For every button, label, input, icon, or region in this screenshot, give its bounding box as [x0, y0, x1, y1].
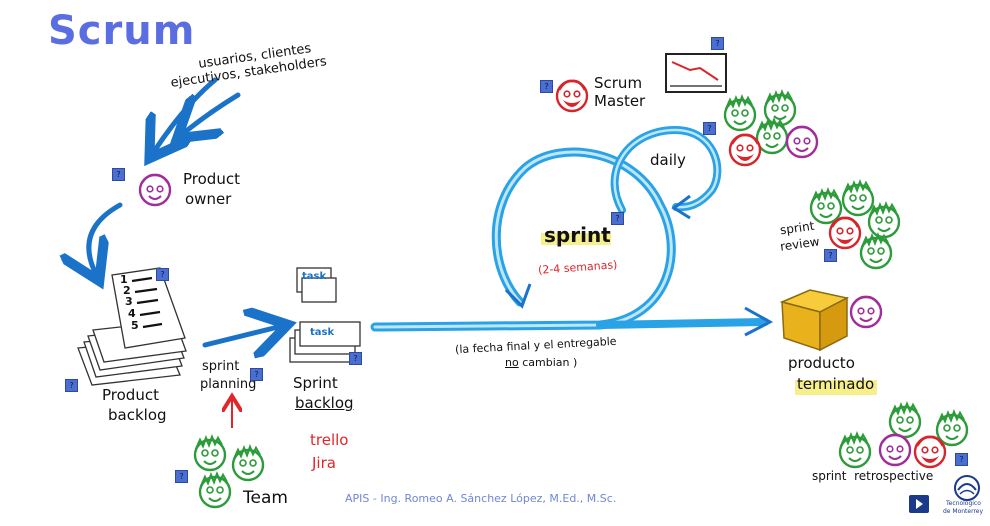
play-icon [916, 499, 923, 509]
backlog-number-4: 4 [128, 307, 136, 320]
retro-face-3 [838, 432, 872, 469]
dev-face-5 [785, 125, 819, 159]
help-button-product-owner[interactable]: ? [112, 168, 125, 181]
help-button-product-backlog[interactable]: ? [65, 379, 78, 392]
product-done-label-2: terminado [797, 375, 875, 393]
product-box-icon [779, 289, 850, 352]
review-face-3 [867, 202, 901, 239]
page-title: Scrum [48, 8, 196, 54]
logo-text-2: de Monterrey [943, 508, 984, 515]
help-button-planning[interactable]: ? [250, 368, 263, 381]
main-flow-line [596, 318, 769, 329]
product-owner-label-2: owner [185, 190, 232, 208]
tool-trello: trello [310, 431, 349, 449]
tool-jira: Jira [312, 454, 336, 472]
help-button-sprint[interactable]: ? [611, 212, 624, 225]
product-done-label-1: producto [788, 354, 855, 372]
daily-label: daily [650, 151, 686, 169]
sprint-retro-label: sprint retrospective [812, 469, 934, 483]
delivery-note-line-2: no cambian ) [505, 357, 577, 369]
task-card-label-top: task [302, 271, 327, 282]
review-face-1 [809, 188, 843, 225]
play-button[interactable] [909, 495, 929, 513]
delivery-note-rest: cambian ) [522, 356, 578, 369]
sprint-planning-label-2: planning [200, 377, 257, 392]
review-face-5 [859, 233, 893, 270]
product-owner-label-1: Product [183, 170, 240, 188]
scrum-master-face [555, 79, 589, 113]
sprint-label: sprint [544, 223, 611, 247]
product-face [849, 295, 883, 329]
team-face-3 [198, 472, 232, 509]
retro-face-1 [888, 402, 922, 439]
help-button-scrum-master[interactable]: ? [540, 80, 553, 93]
task-card-label-bottom: task [310, 327, 335, 338]
team-face-1 [193, 435, 227, 472]
scrum-diagram: Scrum usuarios, clientes ejecutivos, sta… [0, 0, 990, 526]
footer-credit: APIS - Ing. Romeo A. Sánchez López, M.Ed… [345, 492, 617, 505]
scrum-master-label-1: Scrum [594, 74, 643, 92]
scrum-master-label-2: Master [594, 92, 646, 110]
retro-face-5 [913, 435, 947, 469]
team-label: Team [243, 488, 288, 508]
planning-arrow [202, 327, 278, 345]
dev-face-3 [755, 118, 789, 155]
product-backlog-label-2: backlog [108, 406, 167, 424]
help-button-chart[interactable]: ? [711, 37, 724, 50]
help-button-sprint-backlog[interactable]: ? [349, 352, 362, 365]
team-face-2 [231, 445, 265, 482]
delivery-note-no: no [505, 356, 519, 369]
diagram-canvas [0, 53, 980, 509]
sprint-backlog-label-2: backlog [295, 394, 354, 412]
retro-face-2 [935, 410, 969, 447]
backlog-number-5: 5 [131, 319, 139, 332]
review-face-2 [841, 180, 875, 217]
product-owner-face [138, 173, 172, 207]
retro-face-4 [878, 433, 912, 467]
review-face-4 [828, 216, 862, 250]
owner-to-backlog-arrow [89, 202, 123, 272]
logo-text-1: Tecnológico [946, 500, 981, 507]
help-button-team[interactable]: ? [175, 470, 188, 483]
product-backlog-label-1: Product [102, 386, 159, 404]
dev-face-4 [728, 133, 762, 167]
dev-face-1 [723, 95, 757, 132]
sprint-planning-label-1: sprint [202, 359, 240, 374]
backlog-number-3: 3 [125, 295, 133, 308]
tec-logo [954, 475, 980, 501]
help-button-review[interactable]: ? [824, 249, 837, 262]
help-button-backlog[interactable]: ? [156, 268, 169, 281]
help-button-retro[interactable]: ? [955, 453, 968, 466]
help-button-daily[interactable]: ? [703, 122, 716, 135]
sprint-backlog-label-1: Sprint [293, 374, 338, 392]
burndown-chart-icon [665, 53, 727, 93]
